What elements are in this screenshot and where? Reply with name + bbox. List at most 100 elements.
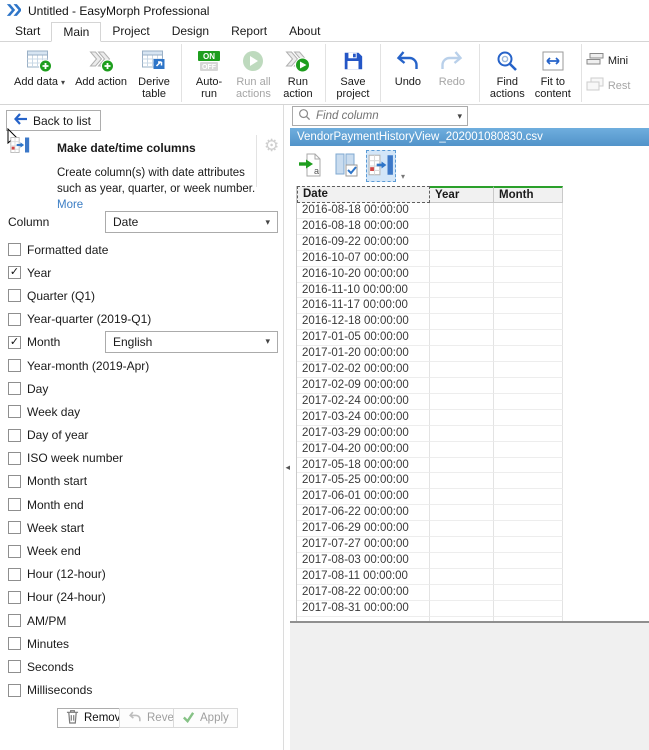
column-dropdown[interactable]: Date ▾ <box>105 211 278 233</box>
table-cell[interactable] <box>494 377 563 394</box>
toolbar-fit-to-content-button[interactable]: Fit to content <box>530 44 576 102</box>
table-cell[interactable] <box>430 568 494 585</box>
table-cell[interactable]: 2016-08-18 00:00:00 <box>297 203 430 219</box>
table-cell[interactable] <box>494 552 563 569</box>
checkbox-row-month[interactable]: ✓ Month English ▾ <box>0 330 284 354</box>
checkbox[interactable] <box>8 359 21 373</box>
table-cell[interactable] <box>494 616 563 621</box>
table-cell[interactable] <box>494 362 563 378</box>
table-cell[interactable] <box>494 584 563 601</box>
checkbox[interactable] <box>8 614 21 628</box>
table-cell[interactable] <box>430 203 494 219</box>
checkbox-row-year-quarter-2019-q1-[interactable]: Year-quarter (2019-Q1) <box>0 308 284 331</box>
table-cell[interactable]: 2017-03-24 00:00:00 <box>297 409 430 426</box>
table-row[interactable]: 2017-01-20 00:00:00 <box>297 346 563 363</box>
table-cell[interactable] <box>494 346 563 363</box>
table-cell[interactable]: 2016-10-07 00:00:00 <box>297 250 430 267</box>
back-to-list-button[interactable]: Back to list <box>6 110 102 131</box>
table-cell[interactable] <box>430 330 494 347</box>
table-cell[interactable]: 2016-11-17 00:00:00 <box>297 298 430 315</box>
table-cell[interactable] <box>430 298 494 315</box>
table-row[interactable]: 2017-03-29 00:00:00 <box>297 425 563 442</box>
find-column-input[interactable]: Find column ▾ <box>292 106 468 126</box>
column-header-month[interactable]: Month <box>494 186 563 203</box>
table-cell[interactable] <box>494 473 563 490</box>
checkbox[interactable] <box>8 405 21 419</box>
checkbox-row-month-start[interactable]: Month start <box>0 470 284 493</box>
table-row[interactable]: 2017-03-24 00:00:00 <box>297 409 563 426</box>
menu-tab-main[interactable]: Main <box>51 22 102 42</box>
table-cell[interactable] <box>430 505 494 522</box>
table-cell[interactable]: 2017-03-29 00:00:00 <box>297 425 430 442</box>
table-cell[interactable] <box>430 362 494 378</box>
table-cell[interactable] <box>494 250 563 267</box>
table-cell[interactable] <box>494 298 563 315</box>
table-cell[interactable] <box>494 393 563 410</box>
table-cell[interactable]: 2017-07-27 00:00:00 <box>297 537 430 553</box>
table-row[interactable]: 2017-07-27 00:00:00 <box>297 537 563 553</box>
table-row[interactable]: 2017-01-05 00:00:00 <box>297 330 563 347</box>
checkbox-row-day-of-year[interactable]: Day of year <box>0 424 284 447</box>
select-columns-action-icon[interactable] <box>331 150 361 182</box>
table-cell[interactable]: 2017-01-05 00:00:00 <box>297 330 430 347</box>
table-row[interactable]: 2016-11-17 00:00:00 <box>297 298 563 315</box>
table-cell[interactable] <box>494 330 563 347</box>
menu-tab-project[interactable]: Project <box>101 22 160 42</box>
table-cell[interactable] <box>494 441 563 458</box>
toolbar-derive-table-button[interactable]: Derive table <box>132 44 176 102</box>
table-row[interactable]: 2017-02-24 00:00:00 <box>297 393 563 410</box>
table-cell[interactable] <box>494 266 563 283</box>
toolbar-add-data-button[interactable]: Add data ▾ <box>9 44 70 102</box>
table-row[interactable] <box>297 616 563 621</box>
checkbox-row-formatted-date[interactable]: Formatted date <box>0 238 284 261</box>
table-cell[interactable] <box>494 234 563 251</box>
table-cell[interactable] <box>430 377 494 394</box>
table-cell[interactable] <box>430 266 494 283</box>
checkbox[interactable] <box>8 567 21 581</box>
table-cell[interactable]: 2017-02-02 00:00:00 <box>297 362 430 378</box>
table-cell[interactable] <box>494 457 563 474</box>
gear-icon[interactable]: ⚙ <box>264 137 279 154</box>
toolbar-run-action-button[interactable]: Run action <box>276 44 320 102</box>
table-cell[interactable] <box>430 552 494 569</box>
table-cell[interactable] <box>430 409 494 426</box>
table-cell[interactable]: 2017-06-22 00:00:00 <box>297 505 430 522</box>
table-row[interactable]: 2017-05-25 00:00:00 <box>297 473 563 490</box>
checkbox[interactable] <box>8 428 21 442</box>
table-cell[interactable] <box>494 425 563 442</box>
table-row[interactable]: 2016-12-18 00:00:00 <box>297 314 563 331</box>
menu-tab-about[interactable]: About <box>278 22 331 42</box>
table-row[interactable]: 2016-10-07 00:00:00 <box>297 250 563 267</box>
table-cell[interactable] <box>430 584 494 601</box>
table-cell[interactable] <box>430 473 494 490</box>
table-cell[interactable] <box>494 505 563 522</box>
checkbox[interactable] <box>8 243 21 257</box>
table-cell[interactable] <box>430 393 494 410</box>
table-row[interactable]: 2017-02-02 00:00:00 <box>297 362 563 378</box>
column-header-date[interactable]: Date <box>297 186 430 203</box>
table-cell[interactable] <box>494 537 563 553</box>
checkbox[interactable] <box>8 289 21 303</box>
checkbox[interactable] <box>8 660 21 674</box>
checkbox-row-year-month-2019-apr-[interactable]: Year-month (2019-Apr) <box>0 354 284 377</box>
table-cell[interactable] <box>494 282 563 299</box>
toolbar-find-actions-button[interactable]: Find actions <box>485 44 530 102</box>
table-cell[interactable] <box>430 489 494 506</box>
month-language-dropdown[interactable]: English ▾ <box>105 330 278 353</box>
restore-tables-button[interactable]: Rest <box>586 77 649 94</box>
checkbox[interactable] <box>8 451 21 465</box>
import-file-action-icon[interactable]: a <box>296 150 326 182</box>
table-cell[interactable]: 2017-04-20 00:00:00 <box>297 441 430 458</box>
toolbar-auto-run-button[interactable]: ON OFF Auto-run <box>187 44 231 102</box>
table-cell[interactable] <box>430 218 494 235</box>
checkbox[interactable] <box>8 312 21 326</box>
checkbox-row-am-pm[interactable]: AM/PM <box>0 609 284 632</box>
table-cell[interactable]: 2016-12-18 00:00:00 <box>297 314 430 331</box>
table-row[interactable]: 2016-11-10 00:00:00 <box>297 282 563 299</box>
table-row[interactable]: 2017-05-18 00:00:00 <box>297 457 563 474</box>
checkbox[interactable] <box>8 474 21 488</box>
checkbox[interactable]: ✓ <box>8 266 21 280</box>
table-cell[interactable]: 2017-08-22 00:00:00 <box>297 584 430 601</box>
toolbar-save-project-button[interactable]: Save project <box>331 44 375 102</box>
table-cell[interactable] <box>430 346 494 363</box>
